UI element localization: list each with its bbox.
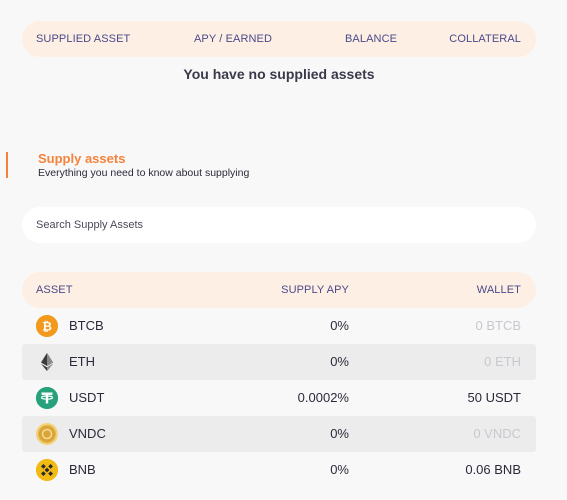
table-row[interactable]: VNDC 0% 0 VNDC — [22, 416, 536, 452]
column-apy-earned[interactable]: APY / EARNED — [194, 21, 272, 57]
usdt-coin-icon — [36, 387, 58, 409]
column-supply-apy[interactable]: SUPPLY APY — [281, 272, 349, 308]
asset-supply-apy: 0% — [330, 354, 349, 369]
empty-supplied-message: You have no supplied assets — [183, 66, 375, 82]
asset-name: USDT — [69, 390, 105, 405]
section-subtitle: Everything you need to know about supply… — [38, 167, 250, 179]
asset-wallet-balance: 0 VNDC — [473, 426, 521, 441]
vndc-coin-icon — [36, 423, 58, 445]
column-balance[interactable]: BALANCE — [345, 21, 397, 57]
column-collateral[interactable]: COLLATERAL — [449, 21, 521, 57]
search-supply-assets-input[interactable] — [22, 207, 536, 243]
asset-wallet-balance: 50 USDT — [467, 390, 521, 405]
asset-wallet-balance: 0 ETH — [484, 354, 521, 369]
svg-text:₿: ₿ — [42, 320, 52, 334]
table-row[interactable]: BNB 0% 0.06 BNB — [22, 452, 536, 488]
btcb-coin-icon: ₿ — [36, 315, 58, 337]
asset-wallet-balance: 0.06 BNB — [465, 462, 521, 477]
asset-name: ETH — [69, 354, 95, 369]
section-accent-bar — [6, 152, 8, 178]
column-asset[interactable]: ASSET — [36, 272, 73, 308]
asset-supply-apy: 0% — [330, 462, 349, 477]
eth-coin-icon — [36, 351, 58, 373]
column-supplied-asset[interactable]: SUPPLIED ASSET — [36, 21, 130, 57]
column-wallet[interactable]: WALLET — [477, 272, 521, 308]
asset-supply-apy: 0.0002% — [297, 390, 349, 405]
asset-wallet-balance: 0 BTCB — [475, 318, 521, 333]
asset-name: BTCB — [69, 318, 104, 333]
supplied-assets-header: SUPPLIED ASSET APY / EARNED BALANCE COLL… — [22, 21, 536, 57]
table-row[interactable]: ETH 0% 0 ETH — [22, 344, 536, 380]
asset-name: VNDC — [69, 426, 106, 441]
asset-supply-apy: 0% — [330, 318, 349, 333]
supply-assets-header: ASSET SUPPLY APY WALLET — [22, 272, 536, 308]
asset-name: BNB — [69, 462, 96, 477]
table-row[interactable]: ₿ BTCB 0% 0 BTCB — [22, 308, 536, 344]
section-title: Supply assets — [38, 151, 126, 166]
table-row[interactable]: USDT 0.0002% 50 USDT — [22, 380, 536, 416]
asset-supply-apy: 0% — [330, 426, 349, 441]
bnb-coin-icon — [36, 459, 58, 481]
